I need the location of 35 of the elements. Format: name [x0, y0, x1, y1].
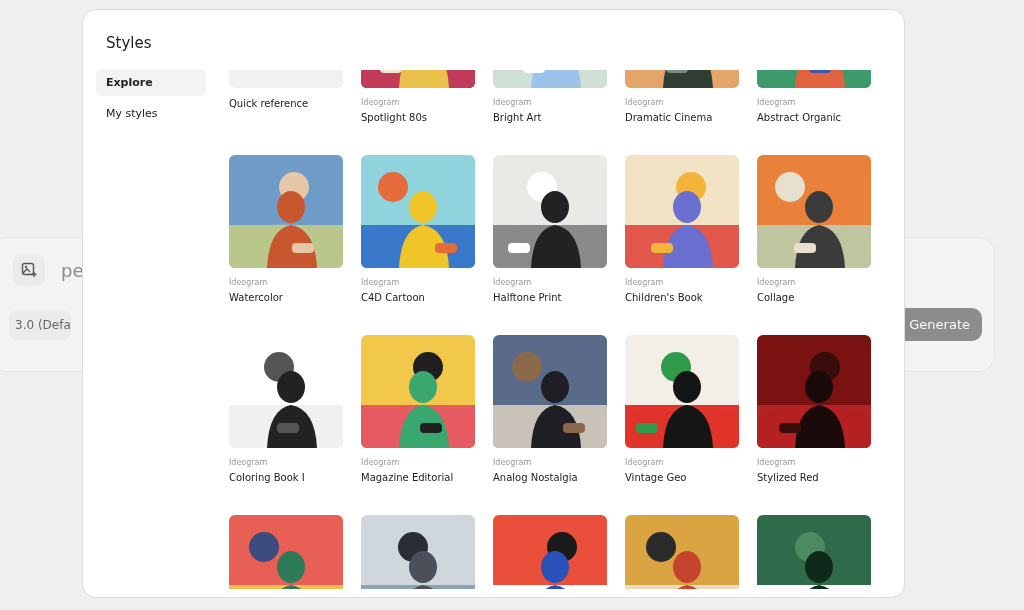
style-name: Watercolor: [229, 292, 284, 303]
sidebar-item[interactable]: Explore: [96, 69, 206, 96]
style-source: Ideogram: [361, 458, 401, 467]
style-name: Stylized Red: [757, 472, 820, 483]
style-source: Ideogram: [625, 458, 665, 467]
style-name: C4D Cartoon: [361, 292, 426, 303]
style-source: Ideogram: [361, 98, 401, 107]
dialog-title: Styles: [105, 34, 153, 52]
model-dropdown[interactable]: 3.0 (Defa: [9, 309, 71, 340]
style-source: Ideogram: [493, 98, 533, 107]
style-name: Collage: [757, 292, 796, 303]
style-source: Ideogram: [625, 98, 665, 107]
style-name: Halftone Print: [493, 292, 563, 303]
prompt-input[interactable]: pe: [61, 259, 84, 281]
style-name: Bright Art: [493, 112, 543, 123]
style-source: Ideogram: [493, 278, 533, 287]
style-source: Ideogram: [757, 458, 797, 467]
style-source: Ideogram: [757, 278, 797, 287]
style-name: Abstract Organic: [757, 112, 843, 123]
style-name: Spotlight 80s: [361, 112, 428, 123]
style-source: Ideogram: [625, 278, 665, 287]
style-name: Magazine Editorial: [361, 472, 455, 483]
style-source: Ideogram: [493, 458, 533, 467]
style-name: Quick reference: [229, 98, 310, 109]
style-name: Coloring Book I: [229, 472, 306, 483]
style-source: Ideogram: [757, 98, 797, 107]
style-name: Dramatic Cinema: [625, 112, 714, 123]
style-name: Children's Book: [625, 292, 704, 303]
style-source: Ideogram: [361, 278, 401, 287]
sidebar-item[interactable]: My styles: [96, 100, 206, 127]
style-name: Vintage Geo: [625, 472, 688, 483]
style-name: Analog Nostalgia: [493, 472, 579, 483]
style-source: Ideogram: [229, 278, 269, 287]
style-source: Ideogram: [229, 458, 269, 467]
add-image-icon[interactable]: [13, 254, 45, 286]
